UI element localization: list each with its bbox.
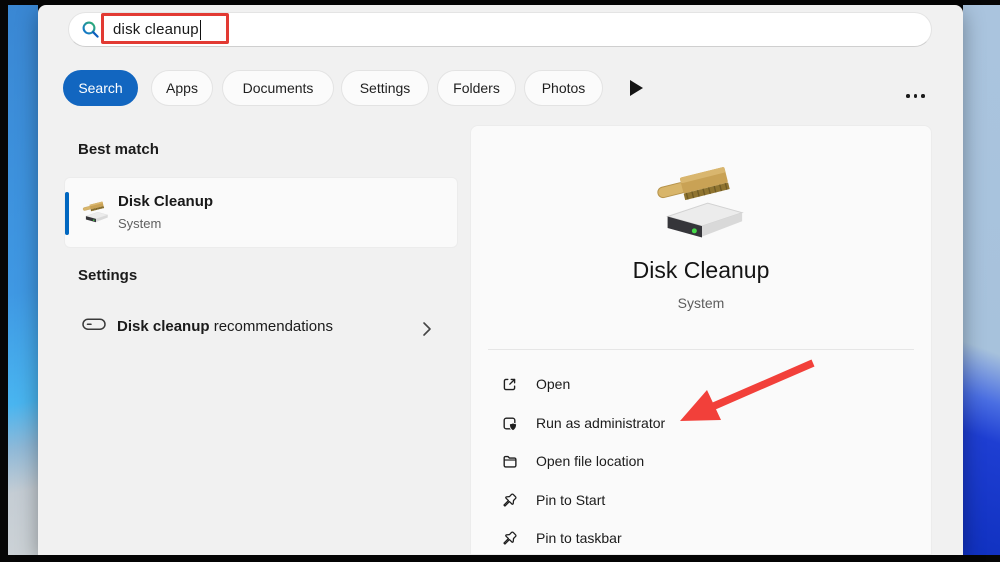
tab-photos[interactable]: Photos [524,70,603,106]
result-preview-panel: Disk Cleanup System Open Run as administ… [470,125,932,555]
tab-label: Apps [166,80,198,96]
best-match-result[interactable]: Disk Cleanup System [64,177,458,248]
settings-result-label-bold: Disk cleanup [117,318,210,335]
settings-heading: Settings [78,267,138,284]
action-label: Open [536,376,571,392]
storage-drive-icon [82,318,106,330]
search-input-value: disk cleanup [113,21,199,38]
preview-title: Disk Cleanup [632,257,770,283]
tab-settings[interactable]: Settings [341,70,429,106]
action-label: Open file location [536,453,645,469]
folder-icon [503,455,517,468]
disk-cleanup-app-icon [82,200,110,226]
settings-result-label: Disk cleanup recommendations [117,318,333,335]
desktop-wallpaper-left [8,5,38,555]
tab-label: Documents [242,80,314,96]
action-open[interactable]: Open [483,366,921,402]
action-label: Run as administrator [536,415,666,431]
action-pin-to-start[interactable]: Pin to Start [483,482,921,518]
action-label: Pin to Start [536,492,606,508]
action-label: Pin to taskbar [536,530,622,546]
pin-icon [503,492,517,507]
tab-label: Folders [453,80,500,96]
selection-accent-bar [65,192,69,235]
tab-label: Settings [359,80,411,96]
more-filters-icon[interactable] [630,80,643,96]
run-as-administrator-icon [503,416,517,431]
tab-label: Search [78,80,123,96]
action-open-file-location[interactable]: Open file location [483,443,921,479]
preview-subtitle: System [677,295,725,311]
chevron-right-icon [423,322,431,336]
disk-cleanup-app-icon-large [654,163,750,249]
best-match-subtitle: System [118,216,162,231]
tab-folders[interactable]: Folders [437,70,516,106]
pin-icon [503,530,517,545]
action-pin-to-taskbar[interactable]: Pin to taskbar [483,520,921,556]
settings-result-disk-cleanup-recommendations[interactable]: Disk cleanup recommendations [64,307,458,351]
search-icon [82,21,99,38]
desktop: disk cleanup Search Apps Documents Setti… [0,0,1000,562]
best-match-title: Disk Cleanup [118,193,214,210]
desktop-wallpaper-right [963,5,1000,555]
tab-apps[interactable]: Apps [151,70,213,106]
divider [488,349,914,350]
search-input[interactable]: disk cleanup [68,12,932,47]
open-external-icon [503,378,516,390]
windows-search-window: disk cleanup Search Apps Documents Setti… [38,5,963,555]
more-options-button[interactable] [902,90,929,102]
best-match-heading: Best match [78,141,159,158]
action-run-as-administrator[interactable]: Run as administrator [483,405,921,441]
tab-search[interactable]: Search [63,70,138,106]
tab-documents[interactable]: Documents [222,70,334,106]
text-cursor [199,19,202,40]
tab-label: Photos [541,80,586,96]
settings-result-label-rest: recommendations [209,318,333,335]
